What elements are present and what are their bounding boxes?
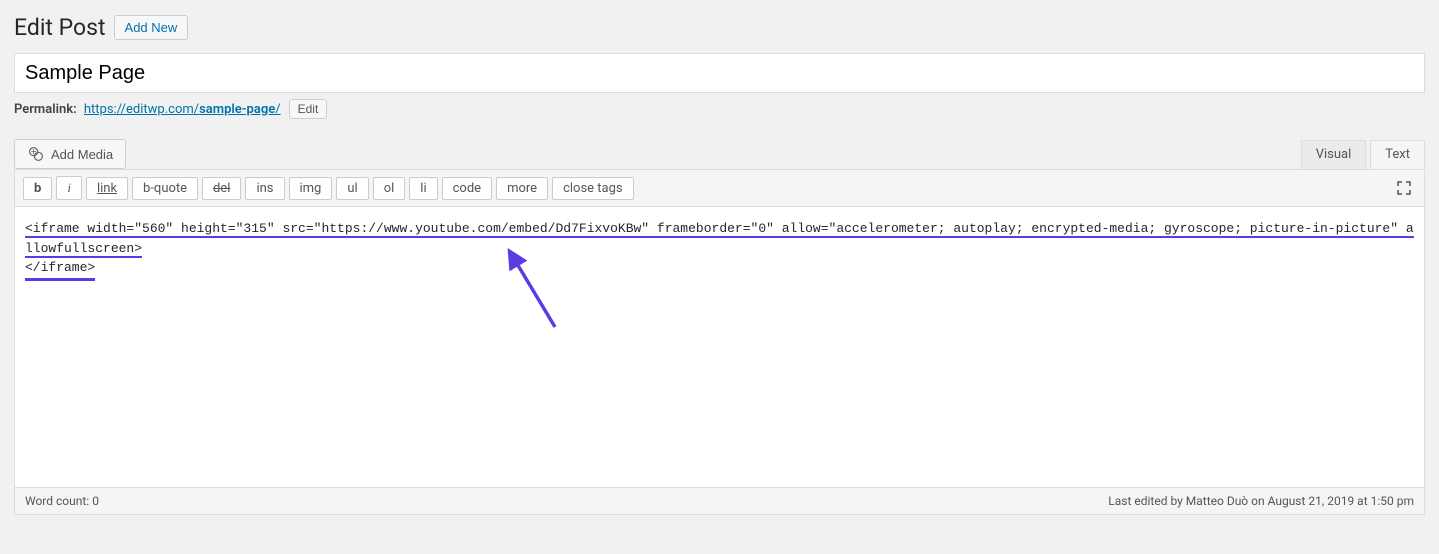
qt-img-button[interactable]: img — [289, 177, 333, 200]
editor-code-text: <iframe width="560" height="315" src="ht… — [25, 219, 1414, 281]
permalink-trail: / — [275, 102, 280, 117]
code-line-1: <iframe width="560" height="315" src="ht… — [25, 221, 1414, 258]
permalink-label: Permalink: — [14, 102, 77, 117]
permalink-link[interactable]: https://editwp.com/sample-page/ — [84, 102, 281, 117]
last-edited: Last edited by Matteo Duò on August 21, … — [1108, 494, 1414, 508]
qt-bold-button[interactable]: b — [23, 177, 52, 200]
edit-slug-button[interactable]: Edit — [289, 99, 328, 119]
qt-ol-button[interactable]: ol — [373, 177, 406, 200]
code-line-2: </iframe> — [25, 258, 95, 281]
permalink-slug: sample-page — [199, 102, 275, 117]
editor-tabs: Visual Text — [1297, 140, 1425, 169]
editor-wrap: b i link b-quote del ins img ul ol li co… — [14, 169, 1425, 488]
page-heading: Edit Post — [14, 14, 106, 41]
qt-link-button[interactable]: link — [86, 177, 128, 200]
qt-close-button[interactable]: close tags — [552, 177, 634, 200]
qt-italic-button[interactable]: i — [56, 176, 82, 200]
permalink-base: https://editwp.com/ — [84, 102, 199, 117]
add-media-label: Add Media — [51, 147, 113, 162]
add-media-button[interactable]: Add Media — [14, 139, 126, 169]
qt-ul-button[interactable]: ul — [336, 177, 368, 200]
tab-text[interactable]: Text — [1370, 140, 1425, 169]
editor-textarea[interactable]: <iframe width="560" height="315" src="ht… — [15, 207, 1424, 487]
word-count: Word count: 0 — [25, 494, 99, 508]
qt-li-button[interactable]: li — [409, 177, 437, 200]
add-new-button[interactable]: Add New — [114, 15, 189, 40]
fullscreen-button[interactable] — [1392, 176, 1416, 203]
fullscreen-icon — [1396, 180, 1412, 196]
qt-del-button[interactable]: del — [202, 177, 241, 200]
qt-bquote-button[interactable]: b-quote — [132, 177, 198, 200]
qt-code-button[interactable]: code — [442, 177, 492, 200]
media-icon — [27, 146, 45, 162]
status-bar: Word count: 0 Last edited by Matteo Duò … — [14, 488, 1425, 515]
permalink-row: Permalink: https://editwp.com/sample-pag… — [14, 99, 1425, 119]
tab-visual[interactable]: Visual — [1301, 140, 1367, 169]
quicktags-toolbar: b i link b-quote del ins img ul ol li co… — [15, 170, 1424, 207]
qt-ins-button[interactable]: ins — [245, 177, 284, 200]
qt-more-button[interactable]: more — [496, 177, 548, 200]
post-title-input[interactable] — [14, 53, 1425, 93]
